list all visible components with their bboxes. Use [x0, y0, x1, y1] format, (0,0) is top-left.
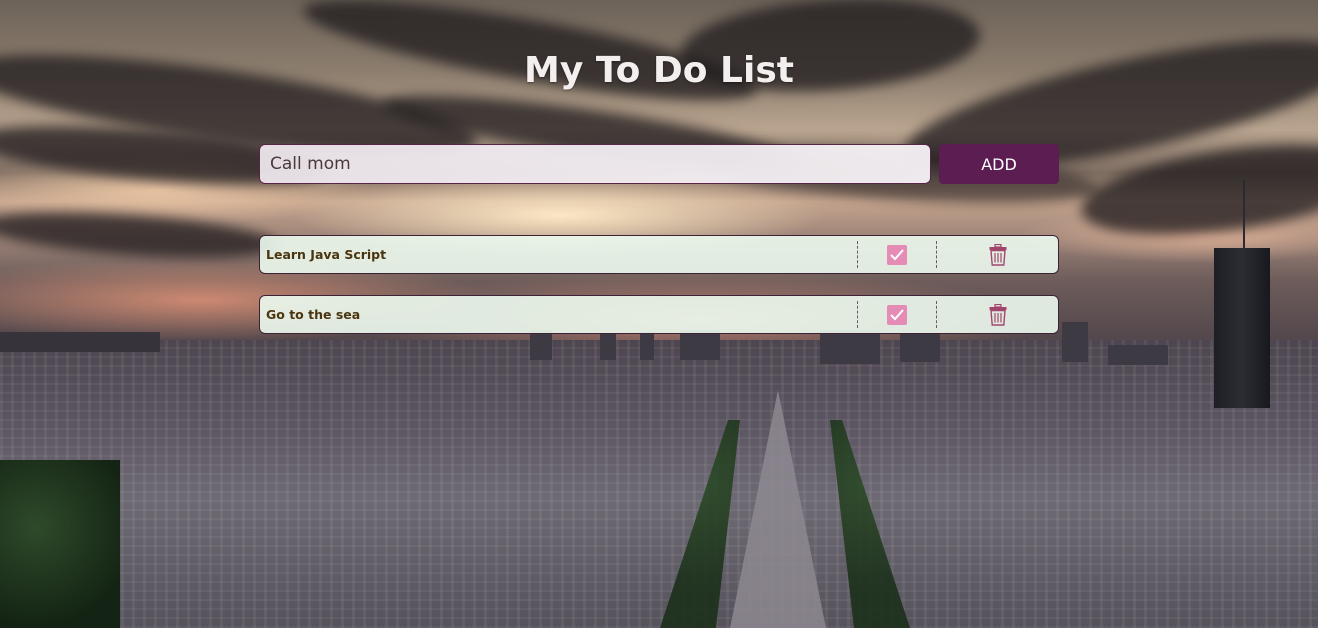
- todo-item: Go to the sea: [259, 295, 1059, 334]
- checkmark-icon: [890, 308, 904, 320]
- page-title: My To Do List: [524, 50, 794, 91]
- todo-delete-cell: [936, 241, 1058, 268]
- todo-item: Learn Java Script: [259, 235, 1059, 274]
- checkmark-icon: [890, 248, 904, 260]
- new-task-input[interactable]: [259, 144, 931, 184]
- trash-icon[interactable]: [989, 243, 1007, 266]
- building: [0, 332, 160, 352]
- building: [530, 330, 552, 360]
- avenue: [730, 390, 826, 628]
- trees: [0, 460, 120, 628]
- complete-checkbox[interactable]: [887, 304, 907, 325]
- tower-mast: [1243, 180, 1245, 250]
- city: [0, 340, 1318, 628]
- building: [680, 330, 720, 360]
- complete-checkbox[interactable]: [887, 244, 907, 265]
- building: [900, 334, 940, 362]
- todo-delete-cell: [936, 301, 1058, 328]
- page: My To Do List ADD Learn Java Script Go t…: [0, 0, 1318, 628]
- todo-complete-cell: [857, 241, 936, 268]
- building: [820, 330, 880, 364]
- building: [640, 332, 654, 360]
- todo-text: Go to the sea: [266, 307, 361, 322]
- building: [1062, 322, 1088, 362]
- building: [1108, 345, 1168, 365]
- todo-text: Learn Java Script: [266, 247, 387, 262]
- building: [600, 334, 616, 360]
- todo-complete-cell: [857, 301, 936, 328]
- trash-icon[interactable]: [989, 303, 1007, 326]
- tower: [1214, 248, 1270, 408]
- add-button[interactable]: ADD: [939, 144, 1059, 184]
